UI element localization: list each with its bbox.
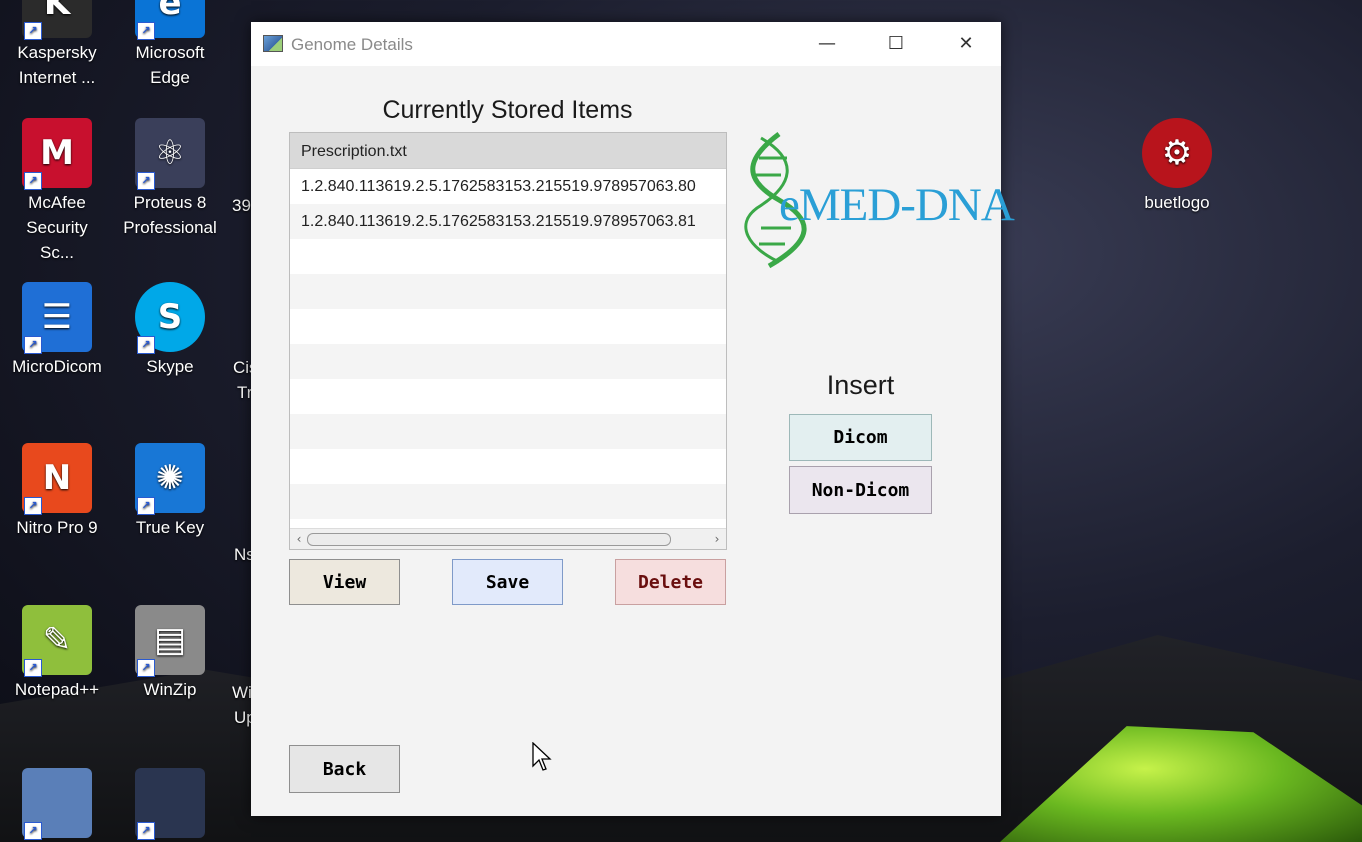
save-button[interactable]: Save [452, 559, 563, 605]
list-empty-row [290, 274, 726, 309]
desktop-icon-label: Notepad++ [14, 680, 100, 699]
desktop-icon-virtualbox[interactable]: ↗ [2, 768, 112, 840]
desktop-icon-winzip[interactable]: ▤ ↗ WinZip [115, 605, 225, 702]
desktop-icon-label: WinZip [143, 680, 197, 699]
desktop-icon-label: Nitro Pro 9 [16, 518, 98, 537]
desktop-icon-label: Microsoft Edge [135, 43, 205, 87]
desktop-icon-label: buetlogo [1144, 193, 1210, 212]
kaspersky-icon: K ↗ [22, 0, 92, 40]
desktop-icon-label: MicroDicom [12, 357, 102, 376]
desktop-icon-label: True Key [135, 518, 205, 537]
list-empty-row [290, 379, 726, 414]
list-empty-row [290, 449, 726, 484]
winzip-icon: ▤ ↗ [135, 605, 205, 677]
scrollbar-thumb[interactable] [307, 533, 671, 546]
skype-icon: S ↗ [135, 282, 205, 354]
desktop-icon-nitro[interactable]: N ↗ Nitro Pro 9 [2, 443, 112, 540]
list-item[interactable]: 1.2.840.113619.2.5.1762583153.215519.978… [290, 169, 726, 204]
desktop-icon-truekey[interactable]: ✺ ↗ True Key [115, 443, 225, 540]
minimize-button[interactable]: — [792, 22, 862, 66]
insert-label: Insert [826, 370, 895, 400]
insert-dicom-button[interactable]: Dicom [789, 414, 932, 461]
logo-text: eMED-DNA [779, 178, 1015, 232]
horizontal-scrollbar[interactable]: ‹ › [290, 528, 726, 549]
logo-text-label: eMED-DNA [779, 179, 1015, 231]
truekey-icon: ✺ ↗ [135, 443, 205, 515]
desktop-icon-label: Skype [146, 357, 194, 376]
desktop-icon-filmora[interactable]: ↗ [115, 768, 225, 840]
desktop-icon-kaspersky[interactable]: K ↗ Kaspersky Internet ... [2, 0, 112, 90]
virtualbox-icon: ↗ [22, 768, 92, 840]
partial-label: Wi [232, 683, 252, 702]
list-item-selected[interactable]: Prescription.txt [290, 133, 726, 169]
proteus-icon: ⚛ ↗ [135, 118, 205, 190]
scroll-right-icon[interactable]: › [708, 529, 726, 549]
mouse-cursor-icon [532, 742, 552, 771]
partial-label: 39 [232, 196, 251, 215]
scroll-left-icon[interactable]: ‹ [290, 529, 308, 549]
insert-non-dicom-button[interactable]: Non-Dicom [789, 466, 932, 514]
desktop-icon-edge[interactable]: e ↗ Microsoft Edge [115, 0, 225, 90]
maximize-button[interactable]: ☐ [861, 22, 931, 66]
desktop-icon-notepadpp[interactable]: ✎ ↗ Notepad++ [2, 605, 112, 702]
notepadpp-icon: ✎ ↗ [22, 605, 92, 677]
title-bar[interactable]: Genome Details — ☐ ✕ [251, 22, 1001, 66]
edge-icon: e ↗ [135, 0, 205, 40]
desktop-icon-skype[interactable]: S ↗ Skype [115, 282, 225, 379]
list-empty-row [290, 344, 726, 379]
desktop-icon-label: Kaspersky Internet ... [17, 43, 97, 87]
desktop-icon-buetlogo[interactable]: ⚙ buetlogo [1122, 118, 1232, 215]
desktop-icon-label: McAfee Security Sc... [26, 193, 88, 262]
desktop-icon-label: Proteus 8 Professional [123, 193, 217, 237]
emed-dna-logo: eMED-DNA [739, 130, 1015, 270]
list-item[interactable]: 1.2.840.113619.2.5.1762583153.215519.978… [290, 204, 726, 239]
list-empty-row [290, 484, 726, 519]
window-title: Genome Details [291, 35, 413, 54]
buetlogo-icon: ⚙ [1142, 118, 1212, 188]
desktop-icon-proteus[interactable]: ⚛ ↗ Proteus 8 Professional [115, 118, 225, 240]
stored-items-heading: Currently Stored Items [382, 96, 633, 124]
view-button[interactable]: View [289, 559, 400, 605]
desktop-icon-mcafee[interactable]: M ↗ McAfee Security Sc... [2, 118, 112, 265]
close-button[interactable]: ✕ [931, 22, 1001, 66]
filmora-icon: ↗ [135, 768, 205, 840]
stored-items-list[interactable]: Prescription.txt 1.2.840.113619.2.5.1762… [289, 132, 727, 550]
desktop-icon-microdicom[interactable]: ☰ ↗ MicroDicom [2, 282, 112, 379]
microdicom-icon: ☰ ↗ [22, 282, 92, 354]
mcafee-icon: M ↗ [22, 118, 92, 190]
delete-button[interactable]: Delete [615, 559, 726, 605]
genome-details-window: Genome Details — ☐ ✕ Currently Stored It… [251, 22, 1015, 816]
list-empty-row [290, 239, 726, 274]
back-button[interactable]: Back [289, 745, 400, 793]
app-icon [263, 35, 283, 52]
list-empty-row [290, 309, 726, 344]
nitro-icon: N ↗ [22, 443, 92, 515]
list-empty-row [290, 414, 726, 449]
